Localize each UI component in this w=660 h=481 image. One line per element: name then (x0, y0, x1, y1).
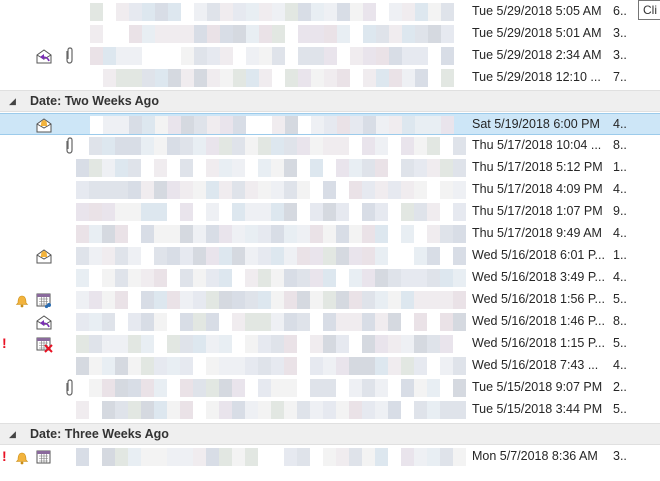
received-date: Thu 5/17/2018 9:49 AM (472, 226, 602, 240)
received-date: Tue 5/15/2018 9:07 PM (472, 380, 603, 394)
message-row[interactable]: ! Mon 5/7/2018 8:36 AM 3.. (0, 446, 660, 468)
meeting-canceled-icon (36, 337, 53, 353)
collapse-caret-icon[interactable]: ◢ (9, 429, 16, 440)
message-row[interactable]: Thu 5/17/2018 9:49 AM 4.. (0, 223, 660, 245)
replied-icon (36, 49, 52, 64)
subject-obscured (90, 25, 454, 43)
size-value: 4.. (613, 270, 627, 284)
subject-obscured (76, 313, 466, 331)
message-row[interactable]: Tue 5/29/2018 2:34 AM 3.. (0, 45, 660, 67)
received-date: Thu 5/17/2018 1:07 PM (472, 204, 603, 218)
message-row[interactable]: Wed 5/16/2018 6:01 P... 1.. (0, 245, 660, 267)
received-date: Wed 5/16/2018 7:43 ... (472, 358, 599, 372)
size-value: 6.. (613, 4, 627, 18)
received-date: Tue 5/29/2018 2:34 AM (472, 48, 602, 62)
size-value: 2.. (613, 380, 627, 394)
collapse-caret-icon[interactable]: ◢ (9, 96, 16, 107)
subject-obscured (76, 401, 466, 419)
received-date: Mon 5/7/2018 8:36 AM (472, 449, 598, 463)
size-value: 4.. (613, 117, 627, 131)
subject-obscured (76, 448, 466, 466)
message-row[interactable]: Tue 5/29/2018 12:10 ... 7.. (0, 67, 660, 89)
subject-obscured (76, 357, 466, 375)
size-value: 8.. (613, 314, 627, 328)
message-row[interactable]: Wed 5/16/2018 1:46 P... 8.. (0, 311, 660, 333)
size-value: 3.. (613, 26, 627, 40)
meeting-request-icon (36, 293, 51, 309)
size-value: 3.. (613, 449, 627, 463)
group-label: Date: Three Weeks Ago (30, 427, 169, 441)
received-date: Thu 5/17/2018 5:12 PM (472, 160, 603, 174)
size-value: 1.. (613, 248, 627, 262)
message-row[interactable]: Tue 5/29/2018 5:01 AM 3.. (0, 23, 660, 45)
subject-obscured (90, 47, 454, 65)
received-date: Wed 5/16/2018 1:46 P... (472, 314, 605, 328)
importance-high-icon: ! (2, 335, 7, 351)
received-date: Wed 5/16/2018 6:01 P... (472, 248, 605, 262)
message-row[interactable]: Thu 5/17/2018 5:12 PM 1.. (0, 157, 660, 179)
message-row[interactable]: Wed 5/16/2018 3:49 P... 4.. (0, 267, 660, 289)
subject-obscured (76, 379, 466, 397)
received-date: Tue 5/29/2018 5:01 AM (472, 26, 602, 40)
subject-obscured (76, 137, 466, 155)
reminder-bell-icon (15, 452, 29, 465)
attachment-icon (66, 47, 73, 64)
message-row[interactable]: Thu 5/17/2018 10:04 ... 8.. (0, 135, 660, 157)
message-row-selected[interactable]: Sat 5/19/2018 6:00 PM 4.. (0, 113, 660, 135)
size-value: 4.. (613, 226, 627, 240)
subject-obscured (76, 335, 466, 353)
message-row[interactable]: Tue 5/15/2018 3:44 PM 5.. (0, 399, 660, 421)
message-list[interactable]: Tue 5/29/2018 5:05 AM 6.. Tue 5/29/2018 … (0, 0, 660, 481)
importance-high-icon: ! (2, 448, 7, 464)
group-header-two-weeks-ago[interactable]: ◢ Date: Two Weeks Ago (0, 90, 660, 112)
tooltip: Cli (638, 0, 660, 20)
replied-icon (36, 315, 52, 330)
meeting-message-icon (36, 249, 52, 264)
size-value: 1.. (613, 160, 627, 174)
size-value: 7.. (613, 70, 627, 84)
size-value: 5.. (613, 292, 627, 306)
message-row[interactable]: ! Wed 5/16/2018 1:15 P... 5.. (0, 333, 660, 355)
message-row[interactable]: Thu 5/17/2018 4:09 PM 4.. (0, 179, 660, 201)
message-row[interactable]: Wed 5/16/2018 1:56 P... 5.. (0, 289, 660, 311)
received-date: Wed 5/16/2018 3:49 P... (472, 270, 605, 284)
subject-obscured (76, 181, 466, 199)
received-date: Tue 5/29/2018 12:10 ... (472, 70, 601, 84)
subject-obscured (76, 291, 466, 309)
message-row[interactable]: Wed 5/16/2018 7:43 ... 4.. (0, 355, 660, 377)
received-date: Thu 5/17/2018 10:04 ... (472, 138, 602, 152)
received-date: Sat 5/19/2018 6:00 PM (472, 117, 600, 131)
size-value: 8.. (613, 138, 627, 152)
message-row[interactable]: Thu 5/17/2018 1:07 PM 9.. (0, 201, 660, 223)
received-date: Tue 5/15/2018 3:44 PM (472, 402, 603, 416)
size-value: 3.. (613, 48, 627, 62)
size-value: 4.. (613, 358, 627, 372)
subject-obscured (90, 3, 454, 21)
subject-obscured (76, 225, 466, 243)
reminder-bell-icon (15, 295, 29, 308)
calendar-icon (36, 450, 51, 464)
group-label: Date: Two Weeks Ago (30, 94, 159, 108)
meeting-message-icon (36, 118, 52, 133)
size-value: 5.. (613, 336, 627, 350)
group-header-three-weeks-ago[interactable]: ◢ Date: Three Weeks Ago (0, 423, 660, 445)
subject-obscured (76, 203, 466, 221)
message-row[interactable]: Tue 5/29/2018 5:05 AM 6.. (0, 1, 660, 23)
received-date: Tue 5/29/2018 5:05 AM (472, 4, 602, 18)
subject-obscured (76, 269, 466, 287)
subject-obscured (76, 247, 466, 265)
size-value: 9.. (613, 204, 627, 218)
size-value: 4.. (613, 182, 627, 196)
size-value: 5.. (613, 402, 627, 416)
received-date: Wed 5/16/2018 1:15 P... (472, 336, 605, 350)
subject-obscured (76, 159, 466, 177)
subject-obscured (90, 69, 454, 87)
received-date: Wed 5/16/2018 1:56 P... (472, 292, 605, 306)
subject-obscured (90, 116, 454, 134)
received-date: Thu 5/17/2018 4:09 PM (472, 182, 603, 196)
message-row[interactable]: Tue 5/15/2018 9:07 PM 2.. (0, 377, 660, 399)
